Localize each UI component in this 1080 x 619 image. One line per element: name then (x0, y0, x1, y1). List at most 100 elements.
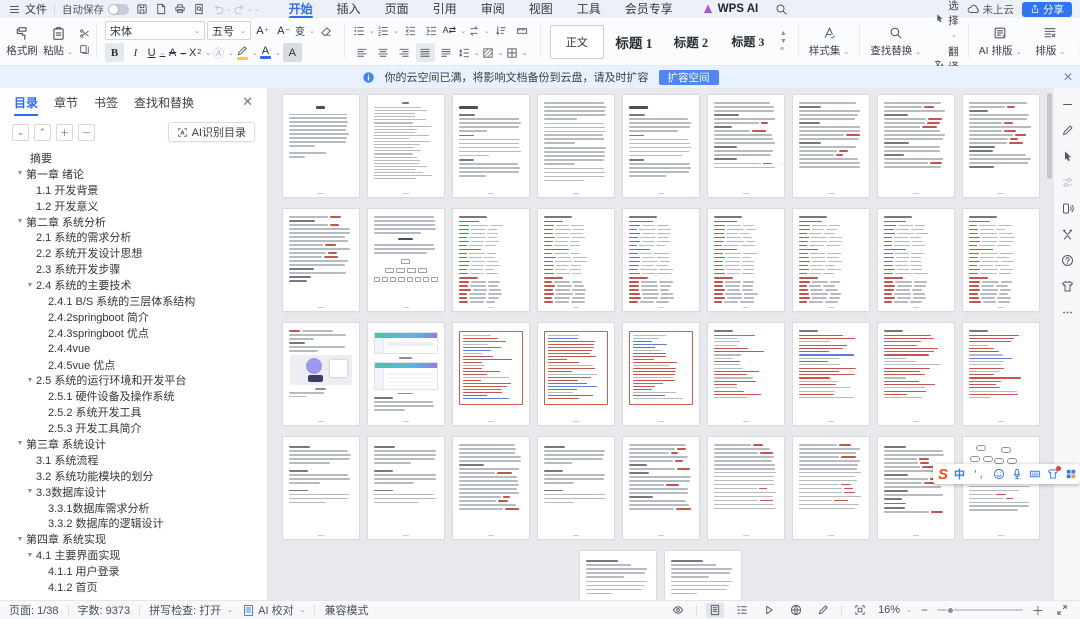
paste-button[interactable]: 粘贴 ⌄ (40, 26, 76, 58)
page-thumbnail-7[interactable] (792, 95, 869, 197)
ribbon-tab-插入[interactable]: 插入 (325, 0, 373, 18)
ribbon-tab-视图[interactable]: 视图 (517, 0, 565, 18)
zoom-in-toc-button[interactable]: ＋ (56, 123, 73, 141)
page-thumbnail-12[interactable] (452, 209, 529, 311)
toc-expand-icon[interactable]: ▼ (24, 282, 36, 289)
justify-button[interactable] (415, 43, 435, 62)
toc-expand-icon[interactable]: ▼ (14, 536, 26, 543)
page-thumbnail-8[interactable] (877, 95, 954, 197)
align-center-button[interactable] (374, 43, 393, 62)
keyboard-icon[interactable] (1029, 468, 1041, 480)
style-heading2[interactable]: 标题 2 (664, 25, 718, 59)
page-thumbnail-16[interactable] (792, 209, 869, 311)
copy-icon[interactable] (79, 44, 90, 55)
page-thumbnail-4[interactable] (537, 95, 614, 197)
toc-item[interactable]: ▼ 3.3数据库设计 (0, 484, 267, 500)
toc-item[interactable]: 3.2 系统功能模块的划分 (0, 468, 267, 484)
page-thumbnail-24[interactable] (707, 323, 784, 425)
distribute-button[interactable] (437, 43, 456, 62)
toc-item[interactable]: 1.1 开发背景 (0, 182, 267, 198)
select-button[interactable]: 选择⌄ (934, 0, 959, 40)
underline-button[interactable]: U ⌄ (147, 43, 166, 62)
toc-expand-icon[interactable]: ▼ (14, 218, 26, 225)
fit-page-icon[interactable] (851, 603, 869, 618)
increase-indent-button[interactable] (422, 21, 441, 40)
find-replace-button[interactable]: 查找替换 ⌄ (863, 20, 928, 63)
read-aloud-icon[interactable] (1061, 202, 1074, 215)
page-indicator[interactable]: 页面: 1/38 (9, 602, 59, 618)
ribbon-tab-工具[interactable]: 工具 (565, 0, 613, 18)
page-thumbnail-37[interactable] (580, 551, 656, 600)
sidebar-tab-章节[interactable]: 章节 (54, 88, 78, 116)
ribbon-tab-页面[interactable]: 页面 (373, 0, 421, 18)
page-thumbnail-14[interactable] (622, 209, 699, 311)
format-painter-button[interactable]: 格式刷 (4, 26, 40, 58)
document-thumbnail-area[interactable] (268, 88, 1053, 600)
italic-button[interactable]: I (126, 43, 145, 62)
word-count[interactable]: 字数: 9373 (78, 602, 131, 618)
styles-more-icon[interactable]: ≡ (780, 46, 787, 53)
sidebar-tab-查找和替换[interactable]: 查找和替换 (134, 88, 194, 116)
clear-format-button[interactable] (317, 21, 336, 40)
text-direction-button[interactable]: ⌄ (468, 21, 490, 40)
redo-icon[interactable] (233, 3, 246, 16)
ribbon-tab-会员专享[interactable]: 会员专享 (613, 0, 685, 18)
punctuation-icon[interactable]: ＇， (971, 468, 988, 481)
char-border-button[interactable]: Ⓐ ⌄ (213, 43, 234, 62)
page-thumbnail-13[interactable] (537, 209, 614, 311)
page-thumbnail-19[interactable] (282, 323, 359, 425)
page-thumbnail-5[interactable] (622, 95, 699, 197)
tools-icon[interactable] (1061, 228, 1074, 241)
page-thumbnail-35[interactable] (877, 437, 954, 539)
sogou-ime-bar[interactable]: S 中 ＇， (933, 464, 1080, 484)
toc-item[interactable]: 3.3.1数据库需求分析 (0, 500, 267, 516)
page-setup-button[interactable] (513, 21, 532, 40)
decrease-font-button[interactable]: A − (274, 21, 293, 40)
borders-button[interactable]: ⌄ (506, 43, 528, 62)
style-normal[interactable]: 正文 (549, 24, 604, 59)
toc-item[interactable]: 2.3 系统开发步骤 (0, 261, 267, 277)
skin-icon[interactable] (1061, 280, 1074, 293)
page-thumbnail-2[interactable] (367, 95, 444, 197)
print-icon[interactable] (174, 3, 186, 15)
page-thumbnail-6[interactable] (707, 95, 784, 197)
page-thumbnail-3[interactable] (452, 95, 529, 197)
toc-expand-icon[interactable]: ▼ (24, 488, 36, 495)
cut-icon[interactable] (79, 28, 90, 39)
toc-item[interactable]: 2.2 系统开发设计思想 (0, 245, 267, 261)
ime-skin-icon[interactable] (1047, 466, 1062, 480)
toc-item[interactable]: 2.4.4vue (0, 341, 267, 357)
toc-item[interactable]: 2.4.2springboot 简介 (0, 309, 267, 325)
toc-item[interactable]: 2.5.3 开发工具简介 (0, 420, 267, 436)
zoom-slider[interactable] (936, 606, 1023, 614)
layout-button[interactable]: 排版 ⌄ (1028, 20, 1072, 63)
autosave-toggle[interactable] (108, 3, 129, 15)
toc-item[interactable]: 4.1.2 首页 (0, 579, 267, 595)
shading-button[interactable]: ⌄ (482, 43, 504, 62)
ime-toolbox-icon[interactable] (1065, 468, 1077, 480)
zoom-out-button[interactable]: − (921, 603, 928, 617)
toc-item[interactable]: ▼ 2.4 系统的主要技术 (0, 277, 267, 293)
toc-item[interactable]: 2.4.3springboot 优点 (0, 325, 267, 341)
page-thumbnail-26[interactable] (877, 323, 954, 425)
expand-storage-button[interactable]: 扩容空间 (658, 69, 719, 85)
font-name-select[interactable]: 宋体 ⌄ (105, 21, 205, 40)
line-spacing-button[interactable]: ⌄ (458, 43, 480, 62)
toc-expand-icon[interactable]: ▼ (14, 170, 26, 177)
sidebar-close-icon[interactable]: ✕ (242, 94, 253, 110)
page-thumbnail-29[interactable] (367, 437, 444, 539)
arrange-button[interactable]: 排列⌄ (1072, 20, 1080, 63)
ribbon-tab-开始[interactable]: 开始 (277, 0, 325, 18)
file-menu[interactable]: 文件 (8, 1, 47, 17)
toc-item[interactable]: 4.1.1 用户登录 (0, 563, 267, 579)
styles-scroll-up-icon[interactable]: ▲ (780, 30, 787, 37)
ribbon-tab-审阅[interactable]: 审阅 (469, 0, 517, 18)
sidebar-tab-目录[interactable]: 目录 (14, 88, 39, 116)
page-thumbnail-15[interactable] (707, 209, 784, 311)
vertical-scrollbar[interactable] (1046, 90, 1052, 598)
toc-item[interactable]: 3.1 系统流程 (0, 452, 267, 468)
zoom-slider-knob[interactable] (947, 606, 955, 614)
page-thumbnail-21[interactable] (452, 323, 529, 425)
share-button[interactable]: 分享 (1022, 1, 1072, 17)
page-thumbnail-10[interactable] (282, 209, 359, 311)
